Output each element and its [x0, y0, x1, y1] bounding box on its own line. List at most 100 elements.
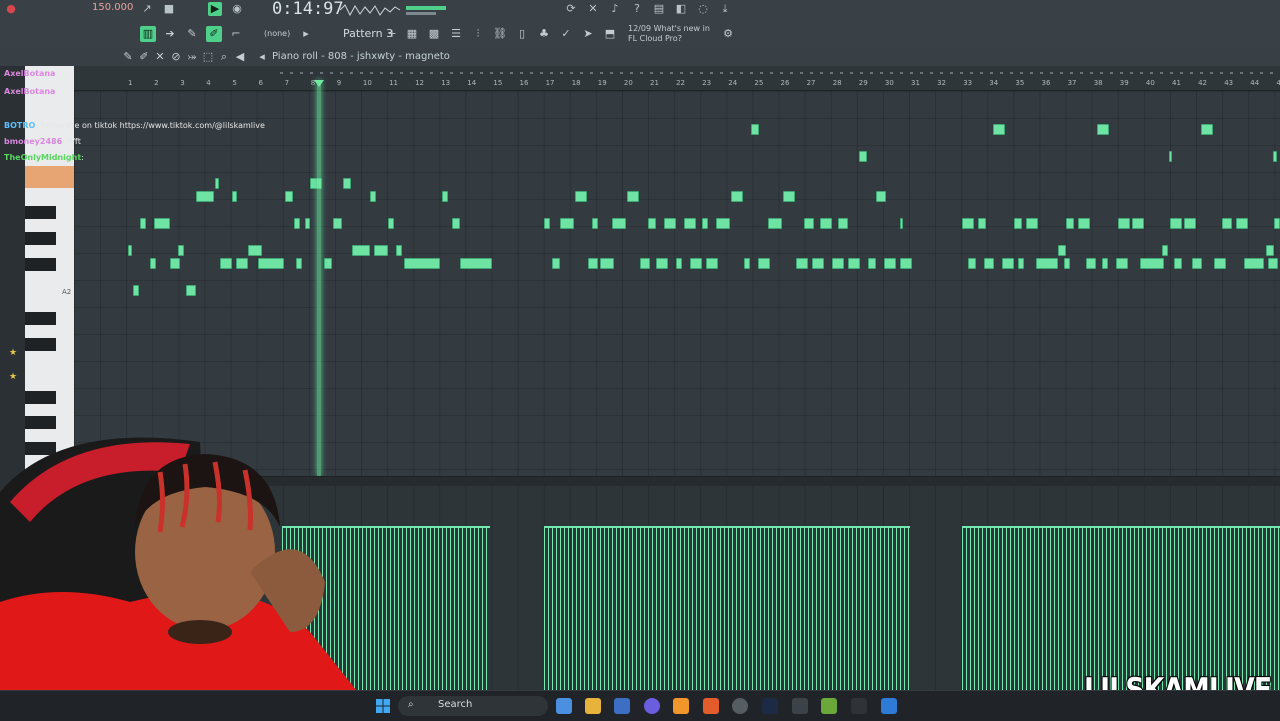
- store-icon[interactable]: [614, 698, 630, 714]
- midi-note[interactable]: [215, 178, 219, 189]
- midi-note[interactable]: [656, 258, 668, 269]
- midi-note[interactable]: [1014, 218, 1022, 229]
- taskbar-search[interactable]: ⌕ Search: [398, 696, 548, 716]
- layers-icon[interactable]: [821, 698, 837, 714]
- midi-note[interactable]: [1266, 245, 1274, 256]
- midi-note[interactable]: [170, 258, 180, 269]
- midi-note[interactable]: [838, 218, 848, 229]
- midi-note[interactable]: [1026, 218, 1038, 229]
- midi-note[interactable]: [343, 178, 351, 189]
- app-icon[interactable]: [792, 698, 808, 714]
- midi-note[interactable]: [236, 258, 248, 269]
- midi-note[interactable]: [627, 191, 639, 202]
- midi-note[interactable]: [1002, 258, 1014, 269]
- midi-note[interactable]: [220, 258, 232, 269]
- chrome-icon[interactable]: [732, 698, 748, 714]
- midi-note[interactable]: [370, 191, 376, 202]
- midi-note[interactable]: [1214, 258, 1226, 269]
- playhead[interactable]: [317, 80, 321, 476]
- midi-note[interactable]: [1116, 258, 1128, 269]
- midi-note[interactable]: [758, 258, 770, 269]
- midi-note[interactable]: [1036, 258, 1058, 269]
- midi-note[interactable]: [676, 258, 682, 269]
- midi-note[interactable]: [178, 245, 184, 256]
- midi-note[interactable]: [1184, 218, 1196, 229]
- midi-note[interactable]: [744, 258, 750, 269]
- video-4k-icon[interactable]: [851, 698, 867, 714]
- midi-note[interactable]: [305, 218, 310, 229]
- midi-note[interactable]: [1244, 258, 1264, 269]
- midi-note[interactable]: [796, 258, 808, 269]
- midi-note[interactable]: [664, 218, 676, 229]
- midi-note[interactable]: [1132, 218, 1144, 229]
- midi-note[interactable]: [575, 191, 587, 202]
- midi-note[interactable]: [812, 258, 824, 269]
- midi-note[interactable]: [1097, 124, 1109, 135]
- midi-note[interactable]: [648, 218, 656, 229]
- photos-icon[interactable]: [881, 698, 897, 714]
- midi-note[interactable]: [588, 258, 598, 269]
- midi-note[interactable]: [1058, 245, 1066, 256]
- midi-note[interactable]: [404, 258, 440, 269]
- midi-note[interactable]: [876, 191, 886, 202]
- midi-note[interactable]: [1066, 218, 1074, 229]
- midi-note[interactable]: [258, 258, 284, 269]
- midi-note[interactable]: [859, 151, 867, 162]
- midi-note[interactable]: [1102, 258, 1108, 269]
- windows-icon[interactable]: [376, 699, 390, 713]
- midi-note[interactable]: [442, 191, 448, 202]
- midi-note[interactable]: [820, 218, 832, 229]
- midi-note[interactable]: [706, 258, 718, 269]
- midi-note[interactable]: [768, 218, 782, 229]
- midi-note[interactable]: [993, 124, 1005, 135]
- midi-note[interactable]: [196, 191, 214, 202]
- midi-note[interactable]: [731, 191, 743, 202]
- midi-note[interactable]: [285, 191, 293, 202]
- midi-note[interactable]: [848, 258, 860, 269]
- copilot-icon[interactable]: [556, 698, 572, 714]
- brave-icon[interactable]: [703, 698, 719, 714]
- midi-note[interactable]: [1201, 124, 1213, 135]
- midi-note[interactable]: [333, 218, 342, 229]
- midi-note[interactable]: [962, 218, 974, 229]
- midi-note[interactable]: [751, 124, 759, 135]
- midi-note[interactable]: [978, 218, 986, 229]
- midi-note[interactable]: [968, 258, 976, 269]
- midi-note[interactable]: [128, 245, 132, 256]
- midi-note[interactable]: [832, 258, 844, 269]
- midi-note[interactable]: [592, 218, 598, 229]
- midi-note[interactable]: [1162, 245, 1168, 256]
- midi-note[interactable]: [396, 245, 402, 256]
- midi-note[interactable]: [716, 218, 730, 229]
- midi-note[interactable]: [900, 258, 912, 269]
- midi-note[interactable]: [868, 258, 876, 269]
- midi-note[interactable]: [324, 258, 332, 269]
- midi-note[interactable]: [804, 218, 814, 229]
- midi-note[interactable]: [544, 218, 550, 229]
- steam-icon[interactable]: [762, 698, 778, 714]
- midi-note[interactable]: [690, 258, 702, 269]
- midi-note[interactable]: [1078, 218, 1090, 229]
- midi-note[interactable]: [1174, 258, 1182, 269]
- midi-note[interactable]: [1086, 258, 1096, 269]
- midi-note[interactable]: [296, 258, 302, 269]
- velocity-bars[interactable]: [962, 526, 1280, 690]
- midi-note[interactable]: [374, 245, 388, 256]
- playhead-marker[interactable]: [314, 80, 324, 87]
- midi-note[interactable]: [186, 285, 196, 296]
- midi-note[interactable]: [884, 258, 896, 269]
- midi-note[interactable]: [1018, 258, 1024, 269]
- midi-note[interactable]: [1064, 258, 1070, 269]
- midi-note[interactable]: [552, 258, 560, 269]
- midi-note[interactable]: [1192, 258, 1202, 269]
- fl-studio-icon[interactable]: [673, 698, 689, 714]
- midi-note[interactable]: [702, 218, 708, 229]
- midi-note[interactable]: [600, 258, 614, 269]
- midi-note[interactable]: [460, 258, 492, 269]
- midi-note[interactable]: [640, 258, 650, 269]
- midi-note[interactable]: [1222, 218, 1232, 229]
- midi-note[interactable]: [1274, 218, 1280, 229]
- midi-note[interactable]: [612, 218, 626, 229]
- midi-note[interactable]: [1170, 218, 1182, 229]
- midi-note[interactable]: [140, 218, 146, 229]
